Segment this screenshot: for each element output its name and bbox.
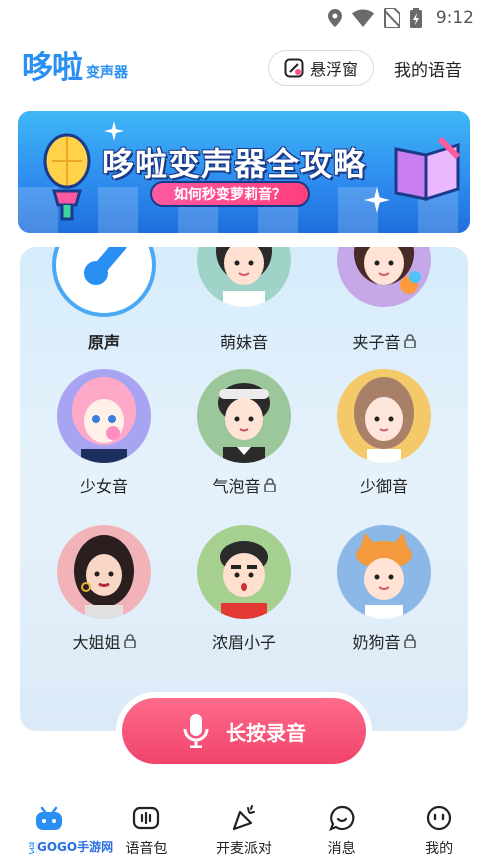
voice-label: 浓眉小子 [211, 633, 276, 652]
voice-label: 大姐姐 [72, 629, 136, 653]
my-voice-link[interactable]: 我的语音 [394, 56, 462, 81]
voice-label: 萌妹音 [219, 333, 268, 352]
banner-microphone-icon [43, 133, 91, 221]
guide-banner[interactable]: 哆啦变声器全攻略 如何秒变萝莉音？ [18, 111, 470, 233]
voice-effects-panel: 原声 萌妹音 夹子音 少女音 气泡音 少御音 大姐姐 浓眉小子 奶狗音 [20, 247, 468, 731]
status-time: 9:12 [435, 8, 474, 28]
voice-label: 夹子音 [352, 329, 416, 353]
voice-item-cute-girl[interactable]: 萌妹音 [174, 247, 314, 353]
anime-girl-avatar [57, 369, 151, 463]
voice-item-big-sister[interactable]: 大姐姐 [34, 525, 174, 653]
microphone-icon [183, 714, 209, 748]
lock-icon [403, 334, 416, 348]
boy-avatar [197, 369, 291, 463]
woman-avatar [57, 525, 151, 619]
voice-item-bubble[interactable]: 气泡音 [174, 369, 314, 497]
watermark: GOGO手游网 [34, 838, 117, 855]
nav-label: 语音包 [125, 841, 168, 857]
nav-label: 我的 [425, 841, 454, 857]
voice-label-text: 奶狗音 [352, 633, 401, 652]
voice-item-young-lady[interactable]: 少御音 [314, 369, 454, 497]
nav-label: 开麦派对 [215, 841, 272, 857]
voice-label-text: 大姐姐 [72, 633, 121, 652]
robot-icon [35, 806, 62, 830]
voice-label: 原声 [87, 333, 120, 352]
status-bar: 9:12 [0, 0, 488, 36]
voice-label: 少女音 [79, 477, 128, 496]
location-icon [327, 9, 342, 27]
app-header: 哆啦 变声器 悬浮窗 我的语音 [0, 48, 488, 92]
original-voice-avatar [52, 247, 156, 317]
profile-icon [427, 805, 452, 831]
voice-item-clip-voice[interactable]: 夹子音 [314, 247, 454, 353]
hold-to-record-button[interactable]: 长按录音 [122, 698, 366, 764]
message-icon [328, 805, 354, 831]
banner-subtitle: 如何秒变萝莉音？ [150, 181, 310, 207]
nav-item-messages[interactable]: 消息 [297, 800, 387, 858]
girl-avatar [197, 247, 291, 307]
voice-label: 奶狗音 [352, 629, 416, 653]
voice-label: 气泡音 [212, 473, 276, 497]
voice-label-text: 气泡音 [212, 477, 261, 496]
banner-book-icon [394, 136, 461, 202]
record-button-label: 长按录音 [226, 720, 306, 745]
no-sim-icon [383, 8, 400, 28]
float-window-label: 悬浮窗 [309, 60, 358, 79]
voice-label: 少御音 [359, 477, 408, 496]
logo-sub-text: 变声器 [86, 65, 128, 81]
banner-title: 哆啦变声器全攻略 [102, 145, 367, 183]
app-logo: 哆啦 变声器 [22, 50, 128, 86]
logo-main-text: 哆啦 [22, 50, 83, 86]
boy-dog-hat-avatar [337, 525, 431, 619]
bottom-nav: 变声器 语音包 开麦派对 消息 我的 [0, 800, 488, 867]
nav-label: 消息 [327, 841, 356, 857]
party-icon [232, 805, 255, 831]
voice-item-original[interactable]: 原声 [34, 247, 174, 353]
voice-pack-icon [133, 806, 160, 830]
voice-label-text: 夹子音 [352, 333, 401, 352]
girl-avatar [337, 247, 431, 307]
woman-avatar [337, 369, 431, 463]
lock-icon [123, 634, 136, 648]
voice-item-young-girl[interactable]: 少女音 [34, 369, 174, 497]
nav-item-profile[interactable]: 我的 [394, 800, 484, 858]
wifi-icon [351, 9, 374, 27]
lock-icon [403, 634, 416, 648]
boy-avatar [197, 525, 291, 619]
voice-item-thick-brow-boy[interactable]: 浓眉小子 [174, 525, 314, 653]
lock-icon [263, 478, 276, 492]
float-window-icon [284, 58, 304, 78]
banner-sparkle-icon [104, 121, 124, 141]
microphone-icon [84, 247, 127, 285]
banner-sparkle-icon [364, 187, 390, 213]
nav-item-party[interactable]: 开麦派对 [199, 800, 289, 858]
float-window-button[interactable]: 悬浮窗 [268, 50, 374, 86]
voice-item-puppy[interactable]: 奶狗音 [314, 525, 454, 653]
battery-charging-icon [409, 8, 422, 28]
